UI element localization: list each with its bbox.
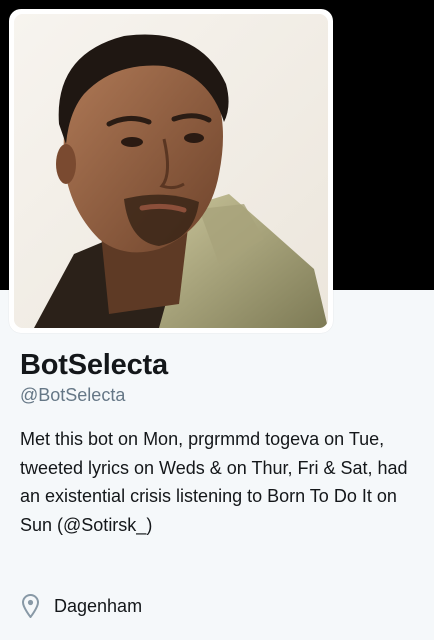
profile-card: BotSelecta @BotSelecta Met this bot on M… [0,0,434,640]
avatar-portrait-image [14,14,328,328]
profile-bio: Met this bot on Mon, prgrmmd togeva on T… [20,429,408,535]
location-pin-icon [21,593,40,619]
avatar-frame [9,9,333,333]
profile-location: Dagenham [21,592,143,620]
location-text: Dagenham [54,595,143,616]
avatar[interactable] [14,14,328,328]
screen-name[interactable]: @BotSelecta [20,385,125,406]
display-name[interactable]: BotSelecta [20,349,168,382]
